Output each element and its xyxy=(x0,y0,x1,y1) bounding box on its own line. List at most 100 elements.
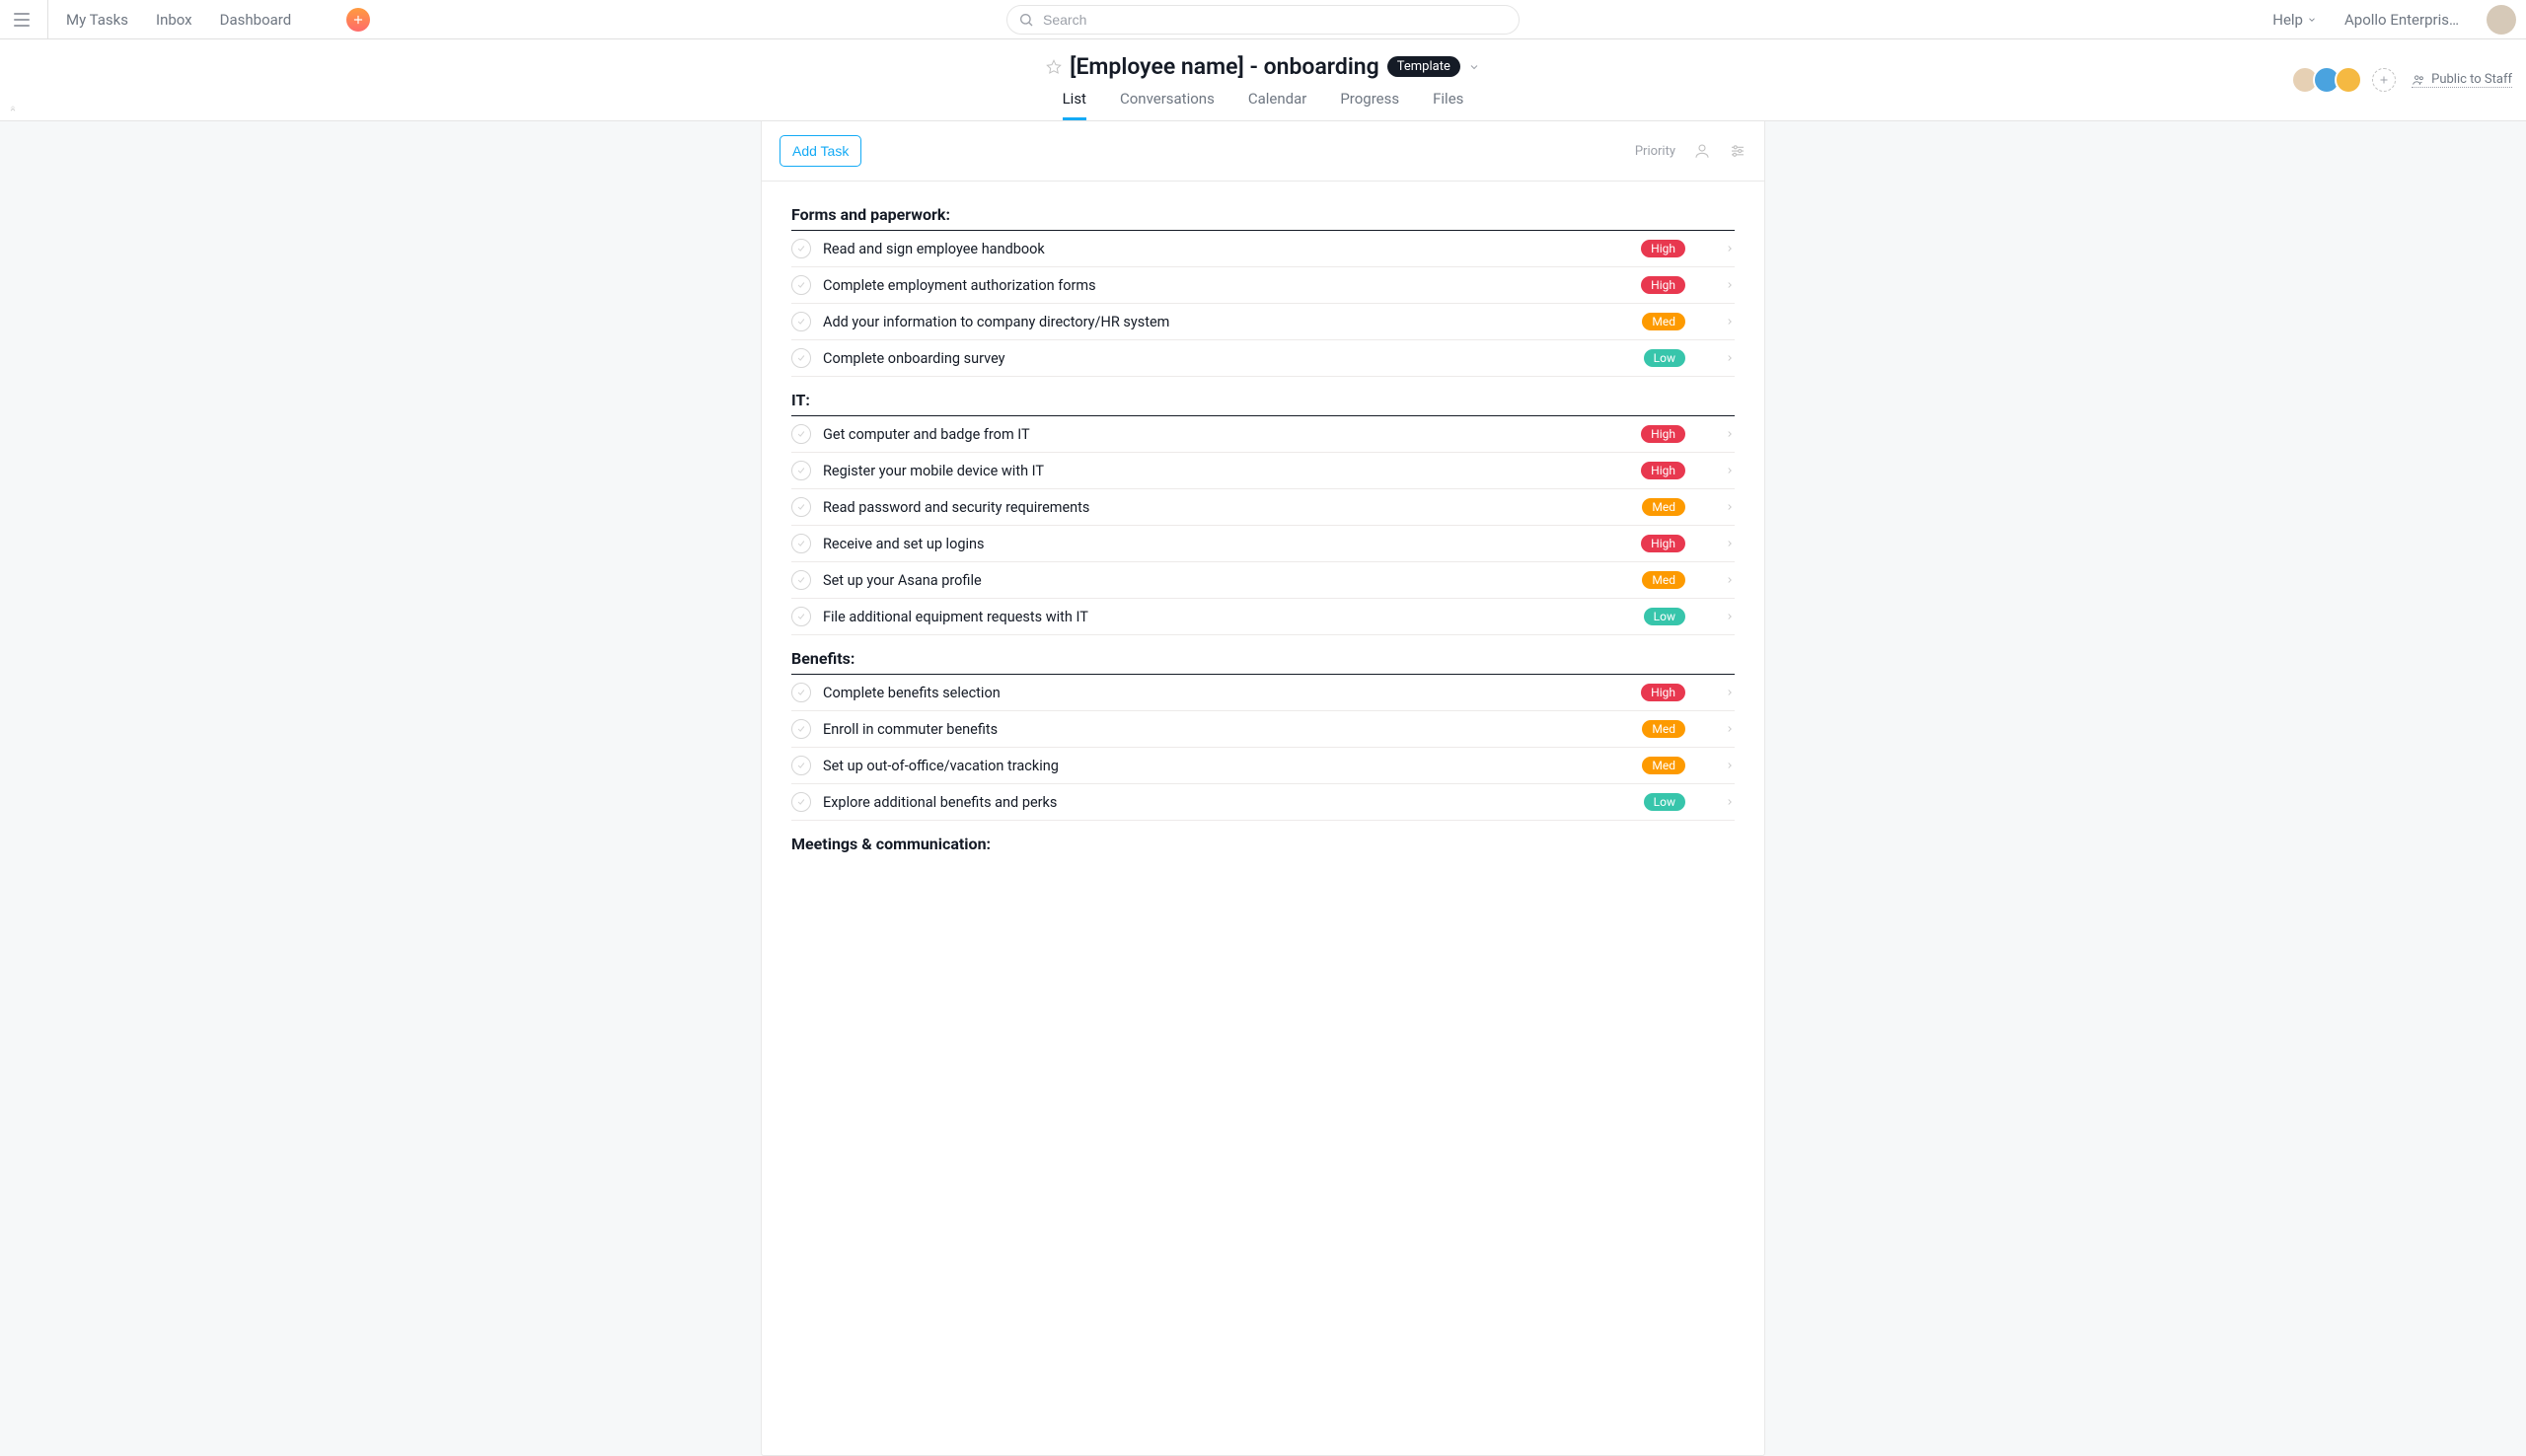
task-row[interactable]: Complete onboarding surveyLow xyxy=(791,340,1735,377)
panel-header-right: Priority xyxy=(1635,142,1746,160)
priority-column-header[interactable]: Priority xyxy=(1635,144,1675,159)
priority-pill[interactable]: Med xyxy=(1642,571,1685,589)
org-switcher[interactable]: Apollo Enterpris… xyxy=(2344,11,2459,29)
project-title: [Employee name] - onboarding xyxy=(1070,53,1379,80)
nav-my-tasks[interactable]: My Tasks xyxy=(66,11,128,29)
nav-inbox[interactable]: Inbox xyxy=(156,11,192,29)
section-title[interactable]: Meetings & communication: xyxy=(791,821,1735,852)
check-icon xyxy=(796,612,806,621)
task-title: Complete employment authorization forms xyxy=(823,277,1641,294)
task-complete-checkbox[interactable] xyxy=(791,683,811,702)
tab-calendar[interactable]: Calendar xyxy=(1248,84,1307,120)
section-title[interactable]: Forms and paperwork: xyxy=(791,191,1735,231)
task-row[interactable]: Enroll in commuter benefitsMed xyxy=(791,711,1735,748)
check-icon xyxy=(796,280,806,290)
plus-icon xyxy=(2378,74,2390,86)
topbar-right: Help Apollo Enterpris… xyxy=(2272,5,2516,35)
star-icon[interactable] xyxy=(1046,59,1062,75)
task-title: Receive and set up logins xyxy=(823,536,1641,552)
task-complete-checkbox[interactable] xyxy=(791,424,811,444)
member-avatar[interactable] xyxy=(2335,66,2362,94)
check-icon xyxy=(796,317,806,327)
task-row[interactable]: Set up out-of-office/vacation trackingMe… xyxy=(791,748,1735,784)
priority-pill[interactable]: High xyxy=(1641,240,1685,257)
check-icon xyxy=(796,797,806,807)
chevron-right-icon xyxy=(1725,575,1735,585)
task-row[interactable]: Explore additional benefits and perksLow xyxy=(791,784,1735,821)
task-complete-checkbox[interactable] xyxy=(791,239,811,258)
project-menu-icon[interactable] xyxy=(1468,61,1480,73)
check-icon xyxy=(796,539,806,548)
collapse-sidebar-icon[interactable] xyxy=(8,105,18,114)
help-menu[interactable]: Help xyxy=(2272,11,2317,29)
chevron-right-icon xyxy=(1725,761,1735,770)
add-task-button[interactable]: Add Task xyxy=(780,135,861,167)
task-title: Read and sign employee handbook xyxy=(823,241,1641,257)
project-visibility[interactable]: Public to Staff xyxy=(2412,72,2512,88)
task-complete-checkbox[interactable] xyxy=(791,348,811,368)
task-title: Register your mobile device with IT xyxy=(823,463,1641,479)
chevron-right-icon xyxy=(1725,502,1735,512)
task-title: Set up your Asana profile xyxy=(823,572,1642,589)
task-complete-checkbox[interactable] xyxy=(791,461,811,480)
task-complete-checkbox[interactable] xyxy=(791,792,811,812)
chevron-right-icon xyxy=(1725,353,1735,363)
menu-toggle-icon[interactable] xyxy=(10,8,34,32)
tab-files[interactable]: Files xyxy=(1433,84,1463,120)
tab-progress[interactable]: Progress xyxy=(1340,84,1399,120)
priority-pill[interactable]: Low xyxy=(1644,608,1685,625)
task-complete-checkbox[interactable] xyxy=(791,719,811,739)
task-title: Set up out-of-office/vacation tracking xyxy=(823,758,1642,774)
section-title[interactable]: IT: xyxy=(791,377,1735,416)
chevron-right-icon xyxy=(1725,280,1735,290)
priority-pill[interactable]: High xyxy=(1641,276,1685,294)
assignee-icon[interactable] xyxy=(1693,142,1711,160)
task-complete-checkbox[interactable] xyxy=(791,534,811,553)
filter-settings-icon[interactable] xyxy=(1729,142,1746,160)
priority-pill[interactable]: High xyxy=(1641,462,1685,479)
plus-icon xyxy=(351,13,365,27)
top-nav: My Tasks Inbox Dashboard Help Apollo Ent… xyxy=(0,0,2526,39)
global-add-button[interactable] xyxy=(346,8,370,32)
task-row[interactable]: Set up your Asana profileMed xyxy=(791,562,1735,599)
priority-pill[interactable]: High xyxy=(1641,425,1685,443)
priority-pill[interactable]: High xyxy=(1641,684,1685,701)
task-row[interactable]: Get computer and badge from ITHigh xyxy=(791,416,1735,453)
task-row[interactable]: Register your mobile device with ITHigh xyxy=(791,453,1735,489)
search-input[interactable] xyxy=(1006,5,1520,35)
priority-pill[interactable]: Med xyxy=(1642,313,1685,330)
task-complete-checkbox[interactable] xyxy=(791,607,811,626)
priority-pill[interactable]: Med xyxy=(1642,498,1685,516)
task-row[interactable]: File additional equipment requests with … xyxy=(791,599,1735,635)
priority-pill[interactable]: Med xyxy=(1642,757,1685,774)
priority-pill[interactable]: Low xyxy=(1644,349,1685,367)
chevron-right-icon xyxy=(1725,466,1735,475)
avatar-stack xyxy=(2291,66,2362,94)
task-row[interactable]: Read and sign employee handbookHigh xyxy=(791,231,1735,267)
tab-list[interactable]: List xyxy=(1063,84,1086,120)
task-row[interactable]: Complete employment authorization formsH… xyxy=(791,267,1735,304)
task-complete-checkbox[interactable] xyxy=(791,275,811,295)
task-complete-checkbox[interactable] xyxy=(791,497,811,517)
task-row[interactable]: Add your information to company director… xyxy=(791,304,1735,340)
priority-pill[interactable]: High xyxy=(1641,535,1685,552)
tab-conversations[interactable]: Conversations xyxy=(1120,84,1215,120)
nav-dashboard[interactable]: Dashboard xyxy=(220,11,292,29)
task-row[interactable]: Complete benefits selectionHigh xyxy=(791,675,1735,711)
task-list[interactable]: Forms and paperwork:Read and sign employ… xyxy=(762,182,1764,852)
project-members: Public to Staff xyxy=(2291,66,2512,94)
task-complete-checkbox[interactable] xyxy=(791,312,811,331)
priority-pill[interactable]: Low xyxy=(1644,793,1685,811)
task-row[interactable]: Read password and security requirementsM… xyxy=(791,489,1735,526)
check-icon xyxy=(796,244,806,254)
user-avatar[interactable] xyxy=(2487,5,2516,35)
nav-divider xyxy=(47,0,48,39)
add-member-button[interactable] xyxy=(2372,68,2396,92)
task-complete-checkbox[interactable] xyxy=(791,570,811,590)
section-title[interactable]: Benefits: xyxy=(791,635,1735,675)
task-row[interactable]: Receive and set up loginsHigh xyxy=(791,526,1735,562)
template-badge: Template xyxy=(1387,56,1460,77)
task-complete-checkbox[interactable] xyxy=(791,756,811,775)
priority-pill[interactable]: Med xyxy=(1642,720,1685,738)
check-icon xyxy=(796,466,806,475)
